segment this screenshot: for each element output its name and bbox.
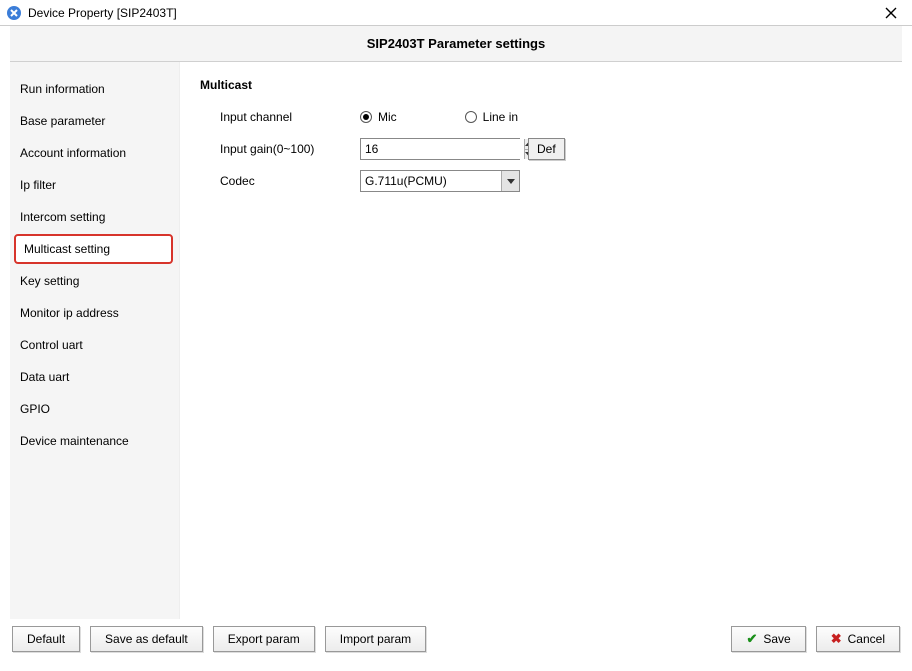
button-label: Save bbox=[763, 632, 790, 646]
button-label: Cancel bbox=[848, 632, 885, 646]
header: SIP2403T Parameter settings bbox=[10, 26, 902, 62]
codec-value: G.711u(PCMU) bbox=[361, 171, 501, 191]
sidebar-item-run-information[interactable]: Run information bbox=[10, 74, 179, 104]
sidebar-item-label: GPIO bbox=[20, 402, 50, 416]
bottom-bar: Default Save as default Export param Imp… bbox=[0, 619, 912, 659]
sidebar-item-label: Base parameter bbox=[20, 114, 105, 128]
sidebar-item-label: Key setting bbox=[20, 274, 79, 288]
save-as-default-button[interactable]: Save as default bbox=[90, 626, 203, 652]
export-param-button[interactable]: Export param bbox=[213, 626, 315, 652]
radio-group-input-channel: Mic Line in bbox=[360, 110, 518, 124]
button-label: Export param bbox=[228, 632, 300, 646]
sidebar-item-base-parameter[interactable]: Base parameter bbox=[10, 106, 179, 136]
codec-combobox[interactable]: G.711u(PCMU) bbox=[360, 170, 520, 192]
button-label: Save as default bbox=[105, 632, 188, 646]
sidebar-item-monitor-ip-address[interactable]: Monitor ip address bbox=[10, 298, 179, 328]
sidebar-item-account-information[interactable]: Account information bbox=[10, 138, 179, 168]
sidebar-item-label: Intercom setting bbox=[20, 210, 105, 224]
sidebar-item-multicast-setting[interactable]: Multicast setting bbox=[14, 234, 173, 264]
sidebar-item-label: Data uart bbox=[20, 370, 69, 384]
window-title: Device Property [SIP2403T] bbox=[28, 6, 876, 20]
row-input-gain: Input gain(0~100) Def bbox=[200, 134, 882, 164]
radio-mic[interactable]: Mic bbox=[360, 110, 397, 124]
def-button[interactable]: Def bbox=[528, 138, 565, 160]
radio-icon bbox=[465, 111, 477, 123]
chevron-down-icon bbox=[507, 179, 515, 184]
radio-linein[interactable]: Line in bbox=[465, 110, 518, 124]
content: Multicast Input channel Mic Line in Inpu… bbox=[180, 62, 902, 619]
input-gain-field[interactable] bbox=[361, 139, 524, 159]
sidebar-item-label: Device maintenance bbox=[20, 434, 129, 448]
section-title: Multicast bbox=[200, 78, 882, 92]
close-icon bbox=[885, 7, 897, 19]
sidebar-item-key-setting[interactable]: Key setting bbox=[10, 266, 179, 296]
row-codec: Codec G.711u(PCMU) bbox=[200, 166, 882, 196]
sidebar-item-ip-filter[interactable]: Ip filter bbox=[10, 170, 179, 200]
sidebar-item-label: Run information bbox=[20, 82, 105, 96]
sidebar-item-label: Monitor ip address bbox=[20, 306, 119, 320]
sidebar-item-label: Control uart bbox=[20, 338, 83, 352]
radio-label: Mic bbox=[378, 110, 397, 124]
input-gain-spinbox[interactable] bbox=[360, 138, 520, 160]
sidebar-item-control-uart[interactable]: Control uart bbox=[10, 330, 179, 360]
cancel-button[interactable]: ✖ Cancel bbox=[816, 626, 900, 652]
default-button[interactable]: Default bbox=[12, 626, 80, 652]
label-input-gain: Input gain(0~100) bbox=[200, 142, 360, 156]
save-button[interactable]: ✔ Save bbox=[731, 626, 805, 652]
button-label: Import param bbox=[340, 632, 411, 646]
body: Run information Base parameter Account i… bbox=[0, 62, 912, 619]
sidebar-item-label: Ip filter bbox=[20, 178, 56, 192]
close-button[interactable] bbox=[876, 3, 906, 23]
row-input-channel: Input channel Mic Line in bbox=[200, 102, 882, 132]
label-input-channel: Input channel bbox=[200, 110, 360, 124]
radio-icon bbox=[360, 111, 372, 123]
page-title: SIP2403T Parameter settings bbox=[367, 36, 545, 51]
radio-label: Line in bbox=[483, 110, 518, 124]
button-label: Default bbox=[27, 632, 65, 646]
sidebar: Run information Base parameter Account i… bbox=[10, 62, 180, 619]
import-param-button[interactable]: Import param bbox=[325, 626, 426, 652]
label-codec: Codec bbox=[200, 174, 360, 188]
check-icon: ✔ bbox=[746, 631, 757, 647]
sidebar-item-label: Multicast setting bbox=[24, 242, 110, 256]
app-icon bbox=[6, 5, 22, 21]
sidebar-item-data-uart[interactable]: Data uart bbox=[10, 362, 179, 392]
sidebar-item-device-maintenance[interactable]: Device maintenance bbox=[10, 426, 179, 456]
sidebar-item-gpio[interactable]: GPIO bbox=[10, 394, 179, 424]
sidebar-item-label: Account information bbox=[20, 146, 126, 160]
combo-arrow-button[interactable] bbox=[501, 171, 519, 191]
sidebar-item-intercom-setting[interactable]: Intercom setting bbox=[10, 202, 179, 232]
x-icon: ✖ bbox=[831, 631, 842, 647]
titlebar: Device Property [SIP2403T] bbox=[0, 0, 912, 26]
